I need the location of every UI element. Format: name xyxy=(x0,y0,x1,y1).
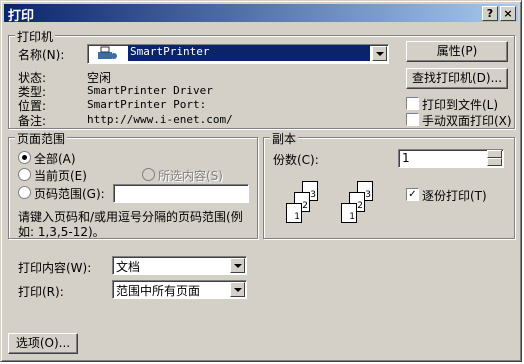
collate-label: 逐份打印(T) xyxy=(422,189,487,203)
page-icon: 1 xyxy=(286,203,302,223)
print-what-value: 文档 xyxy=(116,260,141,274)
copies-count-spinner[interactable]: 1 xyxy=(398,149,504,168)
title-bar: 打印 ? × xyxy=(4,4,518,24)
range-all-radio[interactable] xyxy=(18,151,31,164)
collate-checkbox[interactable]: ✓ xyxy=(406,188,419,201)
comment-label: 备注: xyxy=(18,114,47,128)
print-range-label: 打印(R): xyxy=(18,285,64,299)
printer-name-label: 名称(N): xyxy=(18,48,65,62)
chevron-down-icon[interactable] xyxy=(372,46,387,61)
printer-icon xyxy=(94,46,124,61)
range-selection-label: 所选内容(S) xyxy=(158,169,223,183)
range-hint-line2: 如: 1,3,5-12)。 xyxy=(18,225,105,239)
close-button[interactable]: × xyxy=(500,6,516,21)
chevron-down-icon[interactable] xyxy=(230,258,245,273)
spin-down-icon[interactable] xyxy=(487,158,502,166)
where-value: SmartPrinter Port: xyxy=(87,98,207,111)
range-current-label: 当前页(E) xyxy=(34,169,87,183)
find-printer-button[interactable]: 查找打印机(D)... xyxy=(406,68,508,89)
range-selection-radio[interactable] xyxy=(142,168,155,181)
help-button[interactable]: ? xyxy=(482,6,498,21)
print-what-label: 打印内容(W): xyxy=(18,261,92,275)
page-icon: 1 xyxy=(341,203,357,223)
copies-count-label: 份数(C): xyxy=(273,153,319,167)
printer-name-value: SmartPrinter xyxy=(128,45,370,61)
properties-button[interactable]: 属性(P) xyxy=(406,41,508,62)
type-value: SmartPrinter Driver xyxy=(87,84,213,97)
print-range-value: 范围中所有页面 xyxy=(116,284,201,298)
spin-up-icon[interactable] xyxy=(487,150,502,158)
page-range-input[interactable] xyxy=(113,184,249,203)
page-range-group-label: 页面范围 xyxy=(15,130,68,147)
chevron-down-icon[interactable] xyxy=(230,282,245,297)
manual-duplex-label: 手动双面打印(X) xyxy=(422,114,512,128)
range-all-label: 全部(A) xyxy=(34,152,76,166)
print-to-file-label: 打印到文件(L) xyxy=(422,98,499,112)
print-to-file-checkbox[interactable] xyxy=(406,97,419,110)
copies-group-label: 副本 xyxy=(270,130,299,147)
range-current-radio[interactable] xyxy=(18,168,31,181)
options-button[interactable]: 选项(O)... xyxy=(8,333,78,354)
comment-value: http://www.i-enet.com/ xyxy=(87,113,233,126)
range-pages-radio[interactable] xyxy=(18,186,31,199)
range-pages-label: 页码范围(G): xyxy=(34,187,105,201)
window-title: 打印 xyxy=(8,9,35,24)
printer-group-label: 打印机 xyxy=(15,28,56,45)
print-dialog: 打印 ? × 打印机 名称(N): SmartPrinter 状态: 空闲 类型… xyxy=(0,0,522,362)
manual-duplex-checkbox[interactable] xyxy=(406,113,419,126)
print-range-select[interactable]: 范围中所有页面 xyxy=(112,280,247,299)
copies-count-value: 1 xyxy=(402,151,410,165)
printer-name-select[interactable]: SmartPrinter xyxy=(87,44,389,64)
print-what-select[interactable]: 文档 xyxy=(112,256,247,275)
